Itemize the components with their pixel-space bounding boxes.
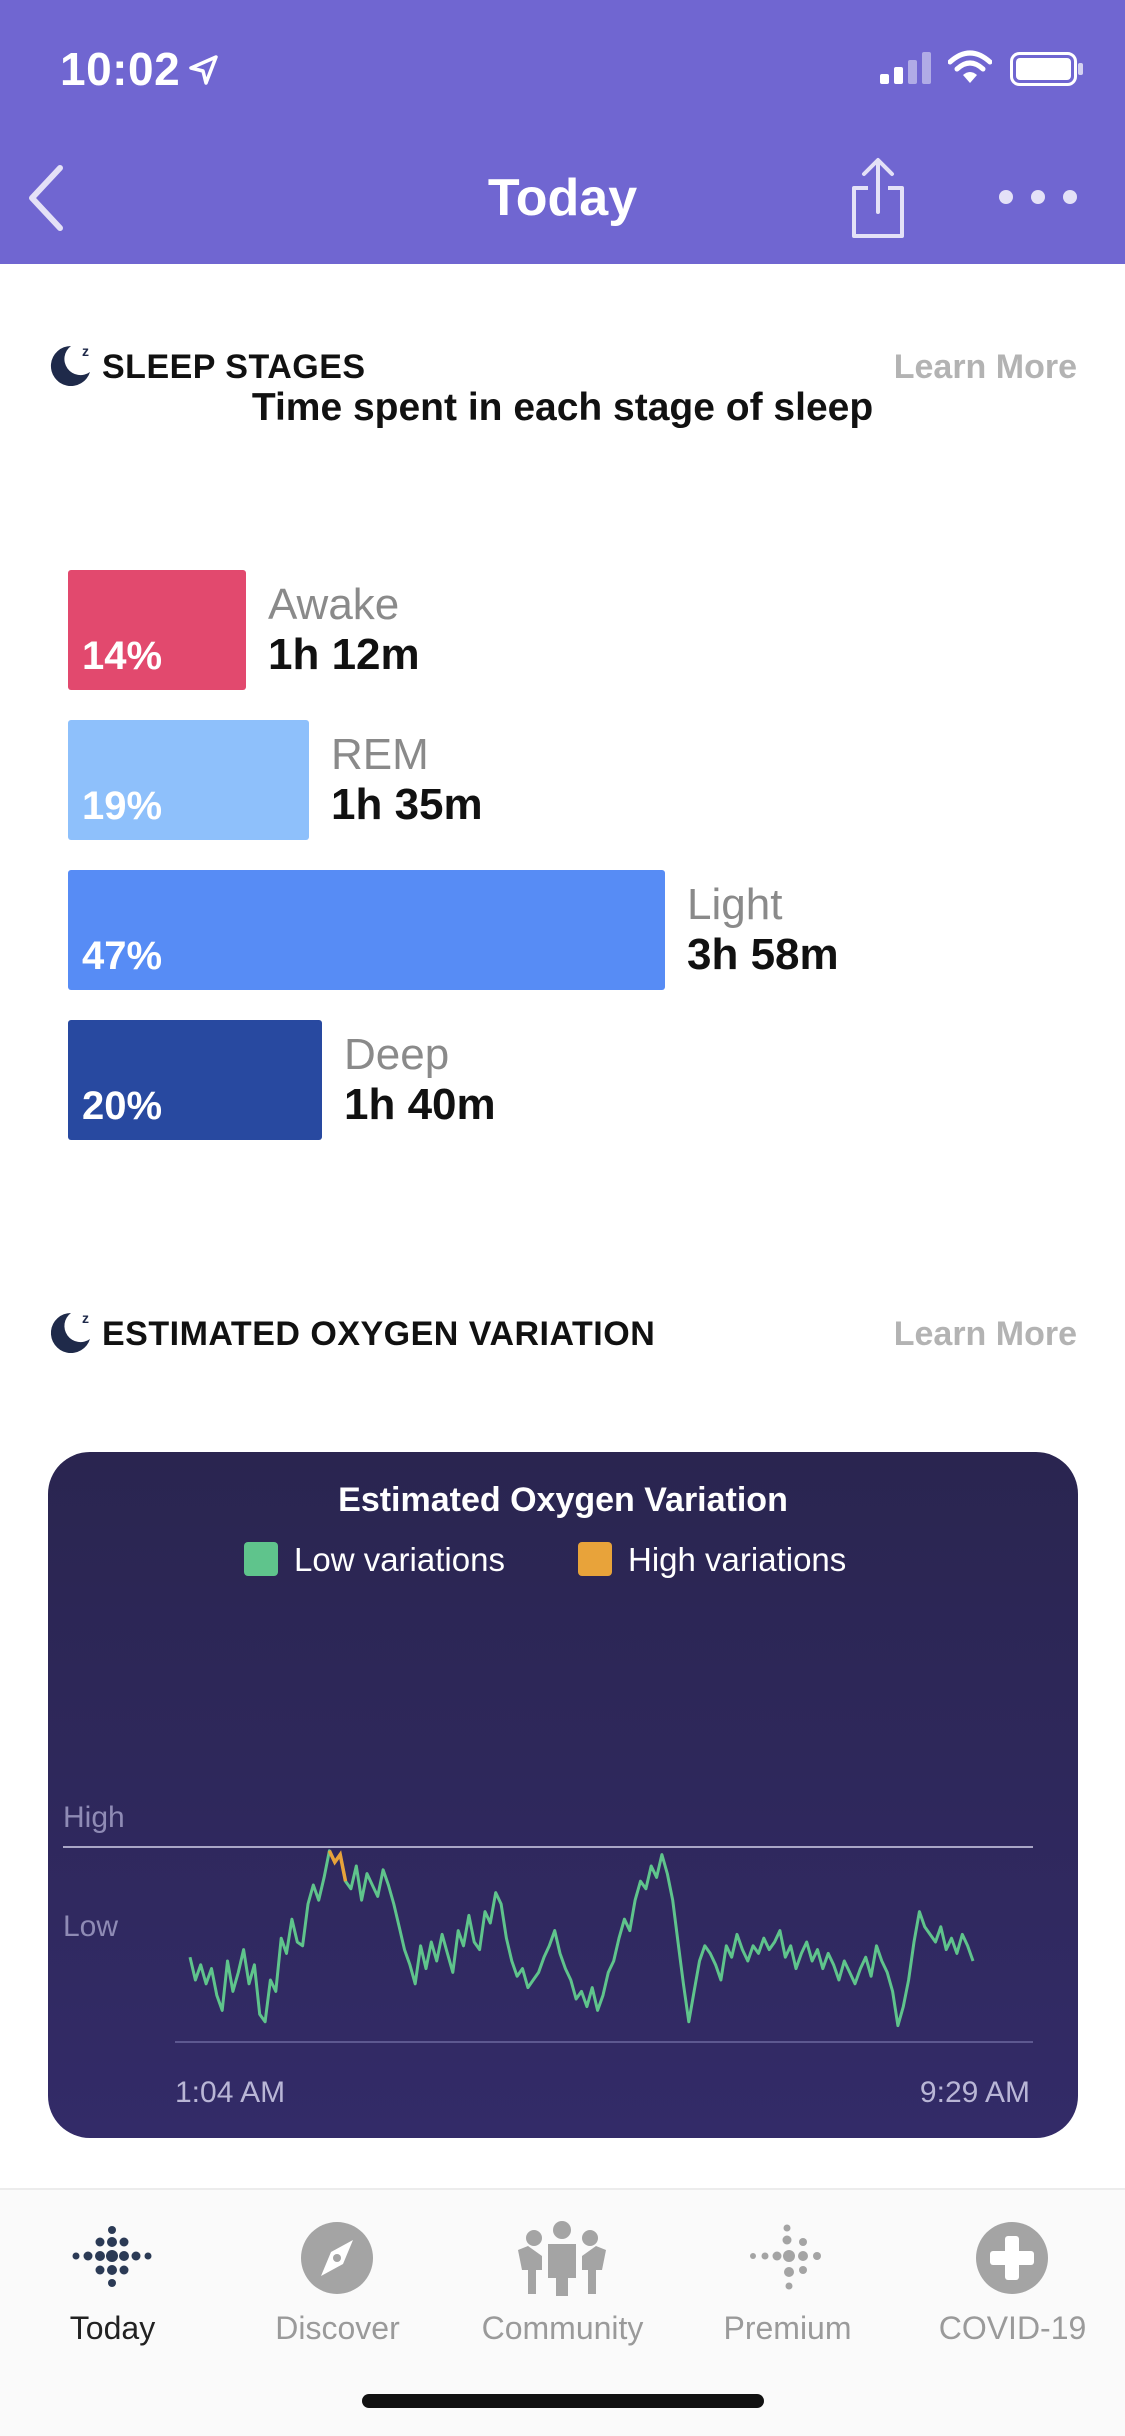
compass-icon [301,2222,373,2294]
community-icon [518,2221,606,2296]
high-variation-line [327,1850,348,1882]
oxygen-variation-header: z ESTIMATED OXYGEN VARIATION Learn More [44,1303,1081,1363]
tab-discover[interactable]: Discover [225,2210,450,2350]
legend-swatch-low [244,1542,278,1576]
y-label-high: High [63,1801,125,1834]
share-icon[interactable] [842,154,914,242]
tab-premium[interactable]: Premium [675,2210,900,2350]
chart-legend: Low variations High variations [244,1541,846,1578]
premium-dots-icon [750,2224,821,2290]
tab-today[interactable]: Today [0,2210,225,2350]
oxygen-chart-card: Estimated Oxygen Variation Low variation… [48,1452,1078,2138]
battery-icon [1010,52,1083,86]
oxygen-variation-title: ESTIMATED OXYGEN VARIATION [102,1315,656,1353]
sleep-stages-subtitle: Time spent in each stage of sleep [251,386,874,429]
stage-percent: 20% [82,1084,163,1128]
home-indicator [362,2394,764,2408]
legend-label-high: High variations [628,1541,846,1578]
stage-duration: 3h 58m [687,930,839,979]
tab-label: COVID-19 [938,2310,1087,2346]
oxygen-variation-chart: Estimated Oxygen Variation Low variation… [63,1481,1033,2109]
svg-text:z: z [82,343,89,359]
svg-text:z: z [82,1310,89,1326]
stage-duration: 1h 40m [344,1080,496,1129]
status-bar: 10:02 [0,0,1125,132]
oxygen-learn-more-link[interactable]: Learn More [894,1315,1077,1354]
x-label-start: 1:04 AM [175,2076,285,2109]
tab-label: Discover [275,2310,400,2346]
stage-percent: 14% [82,634,163,678]
legend-swatch-high [578,1542,612,1576]
sleep-stages-title: SLEEP STAGES [102,348,366,386]
cellular-signal-icon [880,52,931,84]
y-label-low: Low [63,1910,118,1943]
stage-name: Deep [344,1030,450,1079]
stage-name: Light [687,880,783,929]
stage-duration: 1h 35m [331,780,483,829]
status-time: 10:02 [60,43,181,95]
legend-label-low: Low variations [294,1541,505,1578]
chart-title: Estimated Oxygen Variation [338,1481,788,1519]
sleep-moon-icon: z [50,343,90,386]
low-variation-line [188,1849,975,2028]
location-arrow-icon [189,55,218,85]
sleep-moon-icon: z [50,1310,90,1353]
x-label-end: 9:29 AM [920,2076,1030,2109]
tab-community[interactable]: Community [450,2210,675,2350]
wifi-icon [948,50,992,83]
app-header: 10:02 Today [0,0,1125,264]
tab-label: Community [481,2310,644,2346]
stage-name: Awake [268,580,400,629]
stage-duration: 1h 12m [268,630,420,679]
stage-name: REM [331,730,429,779]
fitbit-dots-icon [72,2226,152,2287]
sleep-learn-more-link[interactable]: Learn More [894,348,1077,387]
tab-label: Today [69,2310,156,2346]
plus-circle-icon [976,2222,1048,2294]
stage-percent: 19% [82,784,163,828]
page-title: Today [487,169,638,227]
more-options-icon[interactable] [996,186,1080,208]
oxygen-series-group [188,1849,975,2028]
nav-bar: Today [0,140,1125,260]
tab-label: Premium [723,2310,852,2346]
stage-percent: 47% [82,934,163,978]
tab-covid19[interactable]: COVID-19 [900,2210,1125,2350]
